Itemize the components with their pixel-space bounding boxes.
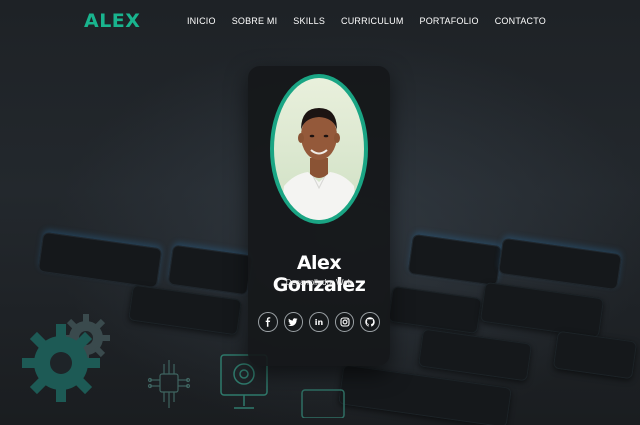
instagram-icon — [340, 317, 350, 327]
profile-role: Desarrollador Web — [285, 278, 353, 287]
avatar — [270, 74, 368, 224]
instagram-link[interactable] — [334, 312, 355, 332]
github-link[interactable] — [360, 312, 380, 332]
screen-icon — [301, 389, 345, 418]
nav-links: INICIO SOBRE MI SKILLS CURRICULUM PORTAF… — [187, 16, 546, 26]
linkedin-link[interactable]: in — [309, 312, 329, 332]
profile-card: Alex Gonzalez Desarrollador Web in — [248, 66, 390, 366]
nav-item-portafolio[interactable]: PORTAFOLIO — [420, 16, 479, 26]
linkedin-icon: in — [314, 317, 324, 327]
keyboard-key — [417, 328, 533, 382]
profile-name: Alex Gonzalez — [272, 252, 366, 296]
nav-item-sobre-mi[interactable]: SOBRE MI — [232, 16, 278, 26]
github-icon — [365, 317, 375, 327]
keyboard-key — [37, 231, 163, 289]
facebook-link[interactable] — [258, 312, 278, 332]
nav-item-curriculum[interactable]: CURRICULUM — [341, 16, 404, 26]
social-links: in — [258, 312, 380, 332]
chip-icon — [147, 360, 191, 408]
facebook-icon — [265, 317, 271, 327]
twitter-icon — [288, 318, 299, 326]
nav-item-inicio[interactable]: INICIO — [187, 16, 216, 26]
twitter-link[interactable] — [283, 312, 304, 332]
nav-item-contacto[interactable]: CONTACTO — [495, 16, 546, 26]
keyboard-key — [552, 330, 638, 380]
brand-logo[interactable]: ALEX — [84, 10, 140, 32]
keyboard-key — [498, 237, 622, 291]
keyboard-key — [167, 244, 253, 296]
nav-item-skills[interactable]: SKILLS — [293, 16, 325, 26]
keyboard-key — [387, 285, 483, 335]
navbar: ALEX INICIO SOBRE MI SKILLS CURRICULUM P… — [0, 0, 640, 44]
keyboard-key — [407, 233, 503, 287]
keyboard-key — [479, 281, 605, 339]
gear-icon — [22, 324, 100, 402]
profile-photo — [274, 78, 364, 220]
